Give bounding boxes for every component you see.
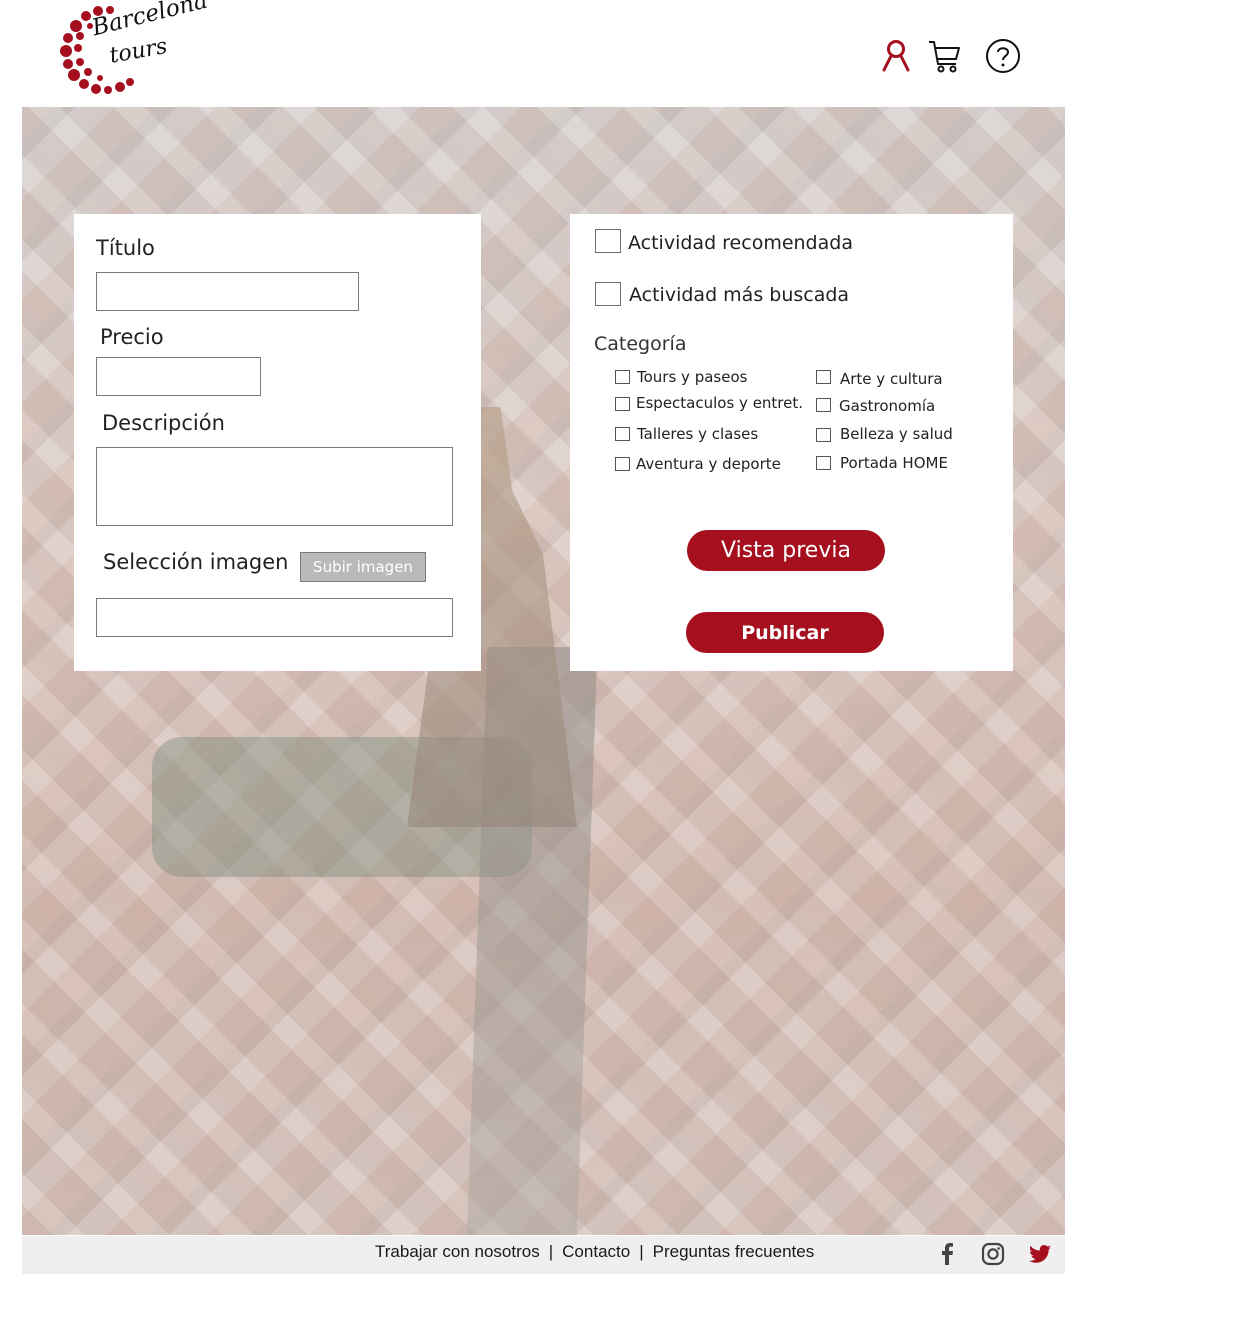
publish-button[interactable]: Publicar — [686, 612, 884, 653]
hero-avenue-shape — [466, 647, 598, 1235]
category-title: Categoría — [594, 333, 687, 355]
category-checkbox-aventura[interactable] — [615, 457, 630, 471]
category-label-arte: Arte y cultura — [840, 370, 943, 388]
twitter-icon[interactable] — [1027, 1241, 1053, 1267]
recommended-label: Actividad recomendada — [628, 232, 853, 254]
most-searched-checkbox[interactable] — [595, 282, 621, 306]
category-checkbox-tours[interactable] — [615, 370, 630, 384]
facebook-icon[interactable] — [934, 1241, 960, 1267]
activity-options-panel: Actividad recomendada Actividad más busc… — [570, 214, 1013, 671]
footer-link-faq[interactable]: Preguntas frecuentes — [653, 1242, 815, 1261]
category-checkbox-belleza[interactable] — [816, 428, 831, 442]
image-path-input[interactable] — [96, 598, 453, 637]
preview-button[interactable]: Vista previa — [687, 530, 885, 571]
category-label-gastronomia: Gastronomía — [839, 397, 936, 415]
category-label-espectaculos: Espectaculos y entret. — [636, 394, 804, 412]
category-label-portada: Portada HOME — [840, 454, 948, 472]
footer-separator: | — [639, 1242, 644, 1261]
footer-link-contact[interactable]: Contacto — [562, 1242, 630, 1261]
most-searched-label: Actividad más buscada — [629, 284, 850, 306]
help-icon[interactable] — [985, 38, 1021, 74]
upload-image-button[interactable]: Subir imagen — [300, 552, 426, 582]
title-label: Título — [96, 236, 155, 260]
category-checkbox-talleres[interactable] — [615, 427, 630, 441]
category-checkbox-espectaculos[interactable] — [615, 397, 630, 411]
brand-logo[interactable]: Barcelona tours — [58, 0, 213, 96]
description-label: Descripción — [102, 411, 225, 435]
description-textarea[interactable] — [96, 447, 453, 526]
title-input[interactable] — [96, 272, 359, 311]
category-label-belleza: Belleza y salud — [840, 425, 953, 443]
activity-details-panel: Título Precio Descripción Selección imag… — [74, 214, 481, 671]
category-checkbox-portada[interactable] — [816, 456, 831, 470]
cart-icon[interactable] — [928, 38, 962, 74]
category-checkbox-gastronomia[interactable] — [816, 398, 831, 412]
footer: Trabajar con nosotros | Contacto | Preguntas… — [22, 1236, 1065, 1274]
recommended-checkbox[interactable] — [595, 229, 621, 253]
footer-link-jobs[interactable]: Trabajar con nosotros — [375, 1242, 540, 1261]
category-label-talleres: Talleres y clases — [637, 425, 759, 443]
price-label: Precio — [100, 325, 164, 349]
footer-separator: | — [548, 1242, 554, 1261]
user-icon[interactable] — [880, 38, 912, 72]
category-label-aventura: Aventura y deporte — [636, 455, 781, 473]
hero-plaza-shape — [152, 737, 532, 877]
category-checkbox-arte[interactable] — [816, 370, 831, 384]
instagram-icon[interactable] — [980, 1241, 1006, 1267]
image-selection-label: Selección imagen — [103, 550, 289, 574]
footer-links: Trabajar con nosotros | Contacto | Preguntas… — [375, 1242, 814, 1262]
category-label-tours: Tours y paseos — [637, 368, 748, 386]
price-input[interactable] — [96, 357, 261, 396]
